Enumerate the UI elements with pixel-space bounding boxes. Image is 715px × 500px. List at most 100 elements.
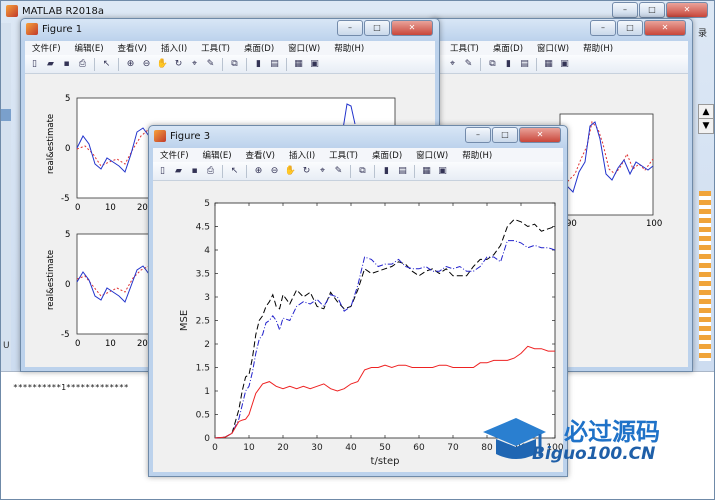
colorbar-icon[interactable]: ▮ [380, 165, 393, 178]
figure2-datacursor-icon[interactable]: ⌖ [446, 58, 459, 71]
main-caption-buttons: – □ ✕ [612, 2, 708, 18]
toolbar-separator [536, 57, 537, 71]
figure3-menu-desktop[interactable]: 桌面(D) [365, 149, 409, 161]
figure3-menu-edit[interactable]: 编辑(E) [196, 149, 239, 161]
hide-tools-icon[interactable]: ▦ [420, 165, 433, 178]
main-left-icon[interactable] [1, 109, 11, 121]
figure2-menu-tools[interactable]: 工具(T) [443, 42, 486, 54]
figure1-menu-file[interactable]: 文件(F) [25, 42, 68, 54]
brush-icon[interactable]: ✎ [204, 58, 217, 71]
y-tick-label: 2 [204, 340, 210, 350]
y-tick-label: 2.5 [196, 317, 210, 327]
figure1-top-xtick-20: 20 [137, 203, 148, 213]
figure2-caption-buttons: – □ ✕ [590, 20, 686, 36]
legend-icon[interactable]: ▤ [268, 58, 281, 71]
save-icon[interactable]: ▪ [188, 165, 201, 178]
figure1-bottom-ytick-0: 0 [65, 280, 70, 290]
figure-icon [26, 23, 38, 35]
figure3-menubar: 文件(F) 编辑(E) 查看(V) 插入(I) 工具(T) 桌面(D) 窗口(W… [153, 148, 563, 162]
brush-icon[interactable]: ✎ [332, 165, 345, 178]
toolbar-separator [350, 164, 351, 178]
zoom-in-icon[interactable]: ⊕ [124, 58, 137, 71]
dock-icon[interactable]: ▣ [308, 58, 321, 71]
figure1-menu-edit[interactable]: 编辑(E) [68, 42, 111, 54]
toolbar-separator [222, 57, 223, 71]
figure2-menu-desktop[interactable]: 桌面(D) [486, 42, 530, 54]
y-tick-label: 4 [204, 246, 210, 256]
figure3-menu-tools[interactable]: 工具(T) [322, 149, 365, 161]
print-icon[interactable]: ⎙ [204, 165, 217, 178]
legend-icon[interactable]: ▤ [396, 165, 409, 178]
figure3-menu-window[interactable]: 窗口(W) [409, 149, 455, 161]
figure3-maximize-button[interactable]: □ [492, 127, 518, 143]
datacursor-icon[interactable]: ⌖ [316, 165, 329, 178]
pointer-icon[interactable]: ↖ [100, 58, 113, 71]
figure1-menu-insert[interactable]: 插入(I) [154, 42, 194, 54]
open-file-icon[interactable]: ▰ [44, 58, 57, 71]
datacursor-icon[interactable]: ⌖ [188, 58, 201, 71]
figure3-menu-view[interactable]: 查看(V) [239, 149, 282, 161]
y-tick-label: 1 [204, 387, 210, 397]
y-tick-label: 3 [204, 293, 210, 303]
figure1-top-ylabel: real&estimate [46, 114, 56, 174]
figure2-maximize-button[interactable]: □ [617, 20, 643, 36]
figure-icon [154, 130, 166, 142]
figure2-menu-window[interactable]: 窗口(W) [530, 42, 576, 54]
x-tick-label: 40 [345, 443, 357, 453]
x-tick-label: 0 [212, 443, 218, 453]
link-plot-icon[interactable]: ⧉ [228, 58, 241, 71]
figure2-xtick-100: 100 [646, 219, 662, 229]
figure1-menu-help[interactable]: 帮助(H) [327, 42, 371, 54]
figure2-colorbar-icon[interactable]: ▮ [502, 58, 515, 71]
figure2-brush-icon[interactable]: ✎ [462, 58, 475, 71]
figure2-minimize-button[interactable]: – [590, 20, 616, 36]
zoom-out-icon[interactable]: ⊖ [268, 165, 281, 178]
new-figure-icon[interactable]: ▯ [156, 165, 169, 178]
figure2-hide-tools-icon[interactable]: ▦ [542, 58, 555, 71]
pan-icon[interactable]: ✋ [156, 58, 169, 71]
figure3-close-button[interactable]: ✕ [519, 127, 561, 143]
zoom-out-icon[interactable]: ⊖ [140, 58, 153, 71]
figure2-link-icon[interactable]: ⧉ [486, 58, 499, 71]
figure1-menubar: 文件(F) 编辑(E) 查看(V) 插入(I) 工具(T) 桌面(D) 窗口(W… [25, 41, 435, 55]
new-figure-icon[interactable]: ▯ [28, 58, 41, 71]
figure2-menu-help[interactable]: 帮助(H) [576, 42, 620, 54]
colorbar-icon[interactable]: ▮ [252, 58, 265, 71]
figure2-close-button[interactable]: ✕ [644, 20, 686, 36]
figure1-maximize-button[interactable]: □ [364, 20, 390, 36]
figure3-menu-insert[interactable]: 插入(I) [282, 149, 322, 161]
toolbar-separator [222, 164, 223, 178]
figure3-menu-help[interactable]: 帮助(H) [455, 149, 499, 161]
figure3-menu-file[interactable]: 文件(F) [153, 149, 196, 161]
dock-icon[interactable]: ▣ [436, 165, 449, 178]
figure1-menu-view[interactable]: 查看(V) [111, 42, 154, 54]
hide-tools-icon[interactable]: ▦ [292, 58, 305, 71]
figure1-title: Figure 1 [42, 24, 83, 35]
toolbar-separator [118, 57, 119, 71]
rotate-icon[interactable]: ↻ [300, 165, 313, 178]
figure1-bottom-xtick-20: 20 [137, 339, 148, 349]
main-right-scroll-down[interactable]: ▼ [698, 118, 714, 134]
figure3-minimize-button[interactable]: – [465, 127, 491, 143]
figure1-minimize-button[interactable]: – [337, 20, 363, 36]
y-tick-label: 0.5 [196, 411, 210, 421]
pointer-icon[interactable]: ↖ [228, 165, 241, 178]
pan-icon[interactable]: ✋ [284, 165, 297, 178]
figure1-menu-desktop[interactable]: 桌面(D) [237, 42, 281, 54]
figure1-close-button[interactable]: ✕ [391, 20, 433, 36]
figure2-dock-icon[interactable]: ▣ [558, 58, 571, 71]
figure1-menu-tools[interactable]: 工具(T) [194, 42, 237, 54]
figure1-menu-window[interactable]: 窗口(W) [281, 42, 327, 54]
minimize-button[interactable]: – [612, 2, 638, 18]
x-tick-label: 50 [379, 443, 391, 453]
link-plot-icon[interactable]: ⧉ [356, 165, 369, 178]
print-icon[interactable]: ⎙ [76, 58, 89, 71]
zoom-in-icon[interactable]: ⊕ [252, 165, 265, 178]
figure2-legend-icon[interactable]: ▤ [518, 58, 531, 71]
open-file-icon[interactable]: ▰ [172, 165, 185, 178]
save-icon[interactable]: ▪ [60, 58, 73, 71]
close-button[interactable]: ✕ [666, 2, 708, 18]
rotate-icon[interactable]: ↻ [172, 58, 185, 71]
maximize-button[interactable]: □ [639, 2, 665, 18]
figure1-toolbar: ▯ ▰ ▪ ⎙ ↖ ⊕ ⊖ ✋ ↻ ⌖ ✎ ⧉ ▮ ▤ ▦ ▣ [25, 55, 435, 74]
